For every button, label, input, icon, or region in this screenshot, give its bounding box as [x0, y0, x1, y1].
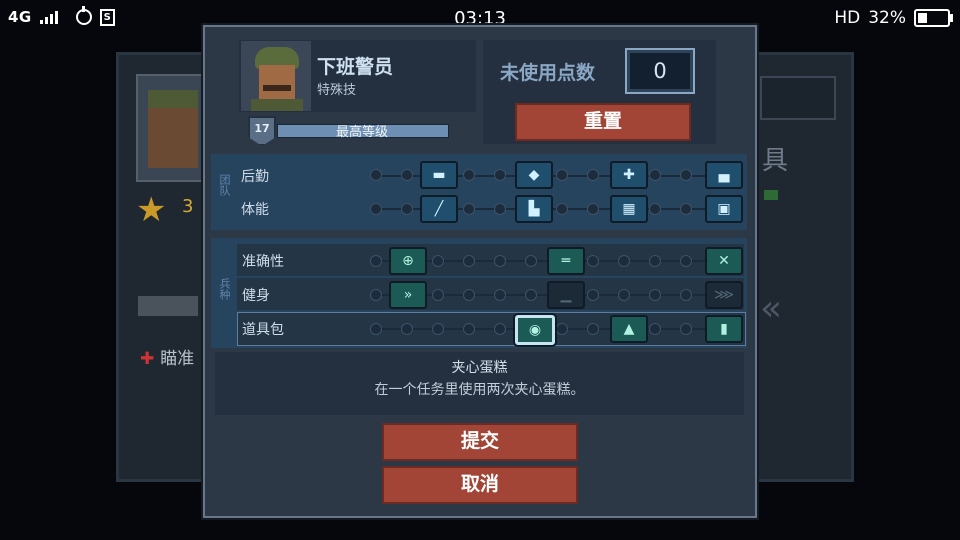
- soldier-name: 下班警员: [317, 56, 394, 78]
- background-star-count: 3: [182, 196, 194, 217]
- skill-node[interactable]: [649, 323, 661, 335]
- row-label-logistics: 后勤: [241, 169, 269, 185]
- points-value: 0: [625, 48, 695, 94]
- skill-node[interactable]: [432, 323, 444, 335]
- skill-description: 在一个任务里使用两次夹心蛋糕。: [374, 382, 585, 398]
- skill-node[interactable]: [494, 289, 506, 301]
- skill-node[interactable]: [370, 255, 382, 267]
- team-section: [211, 154, 747, 230]
- background-aim: ✚ 瞄准: [140, 344, 194, 369]
- level-label: 最高等级: [335, 125, 388, 140]
- skill-node[interactable]: [432, 289, 444, 301]
- crate-icon[interactable]: ▦: [610, 195, 648, 223]
- skill-node[interactable]: [463, 203, 475, 215]
- skill-node[interactable]: [556, 203, 568, 215]
- skill-node[interactable]: [463, 323, 475, 335]
- background-field: [760, 76, 836, 120]
- ammo-icon[interactable]: ▮: [705, 315, 743, 343]
- skill-node[interactable]: [680, 323, 692, 335]
- truck-icon[interactable]: ▬: [420, 161, 458, 189]
- medkit-icon[interactable]: ✚: [610, 161, 648, 189]
- skill-node[interactable]: [432, 255, 444, 267]
- row-label-fitness: 健身: [242, 288, 270, 304]
- skill-node[interactable]: [494, 255, 506, 267]
- skill-node[interactable]: [463, 255, 475, 267]
- skill-node[interactable]: [587, 203, 599, 215]
- points-label: 未使用点数: [500, 62, 596, 84]
- battery-fill: [918, 13, 927, 23]
- bag-icon[interactable]: ▲: [610, 315, 648, 343]
- skill-node[interactable]: [587, 255, 599, 267]
- skill-node[interactable]: [649, 169, 661, 181]
- submit-button[interactable]: 提交: [382, 423, 578, 461]
- armor-icon[interactable]: ▣: [705, 195, 743, 223]
- skill-node[interactable]: [401, 169, 413, 181]
- skill-node[interactable]: [618, 289, 630, 301]
- skill-node[interactable]: [587, 323, 599, 335]
- bed-icon[interactable]: ▄: [705, 161, 743, 189]
- skill-node[interactable]: [556, 323, 568, 335]
- background-aim-label: 瞄准: [160, 349, 195, 369]
- cancel-button[interactable]: 取消: [382, 466, 578, 504]
- skill-node[interactable]: [370, 203, 382, 215]
- cake-icon[interactable]: ◉: [515, 315, 555, 345]
- scope-icon[interactable]: ⊕: [389, 247, 427, 275]
- row-label-kit: 道具包: [242, 322, 284, 338]
- skill-node[interactable]: [587, 289, 599, 301]
- skill-node[interactable]: [680, 289, 692, 301]
- knife-icon[interactable]: ╱: [420, 195, 458, 223]
- skill-node[interactable]: [680, 255, 692, 267]
- rifle-icon: [138, 296, 198, 316]
- rifle-icon[interactable]: ═: [547, 247, 585, 275]
- skill-node[interactable]: [494, 323, 506, 335]
- skill-node[interactable]: [680, 203, 692, 215]
- skill-node[interactable]: [525, 255, 537, 267]
- soldier-rank: 特殊技: [317, 83, 357, 98]
- skill-node[interactable]: [370, 169, 382, 181]
- hd-indicator: HD: [834, 8, 861, 28]
- skill-node[interactable]: [587, 169, 599, 181]
- skill-node[interactable]: [401, 203, 413, 215]
- prone-icon[interactable]: ▁: [547, 281, 585, 309]
- row-label-accuracy: 准确性: [242, 254, 284, 270]
- status-right: HD 32%: [834, 8, 953, 28]
- row-label-stamina: 体能: [241, 202, 269, 218]
- chevron-left-icon: «: [760, 288, 783, 329]
- skill-node[interactable]: [649, 255, 661, 267]
- team-section-label: 团队: [218, 174, 231, 196]
- skill-node[interactable]: [494, 203, 506, 215]
- skill-node[interactable]: [463, 169, 475, 181]
- skill-node[interactable]: [370, 289, 382, 301]
- battery-icon: [914, 9, 953, 27]
- dash-icon[interactable]: »: [389, 281, 427, 309]
- background-right-text: 具: [762, 146, 789, 176]
- reset-button[interactable]: 重置: [515, 103, 691, 141]
- skill-node[interactable]: [680, 169, 692, 181]
- crossfire-icon[interactable]: ✕: [705, 247, 743, 275]
- skill-node[interactable]: [494, 169, 506, 181]
- crosshair-icon: ✚: [140, 349, 155, 369]
- background-item-icon: [764, 190, 778, 200]
- skill-node[interactable]: [370, 323, 382, 335]
- battery-percent: 32%: [868, 8, 906, 28]
- skill-node[interactable]: [463, 289, 475, 301]
- boot-icon[interactable]: ▙: [515, 195, 553, 223]
- skill-node[interactable]: [525, 289, 537, 301]
- skill-node[interactable]: [649, 289, 661, 301]
- star-icon: ★: [136, 190, 167, 230]
- avatar: [241, 41, 311, 111]
- skill-node[interactable]: [649, 203, 661, 215]
- skill-node[interactable]: [618, 255, 630, 267]
- skill-title: 夹心蛋糕: [451, 360, 508, 376]
- shield-plus-icon[interactable]: ◆: [515, 161, 553, 189]
- skill-node[interactable]: [556, 169, 568, 181]
- skill-node[interactable]: [401, 323, 413, 335]
- background-portrait: [136, 74, 208, 182]
- class-section-label: 兵种: [218, 278, 231, 300]
- sprint-icon[interactable]: ⋙: [705, 281, 743, 309]
